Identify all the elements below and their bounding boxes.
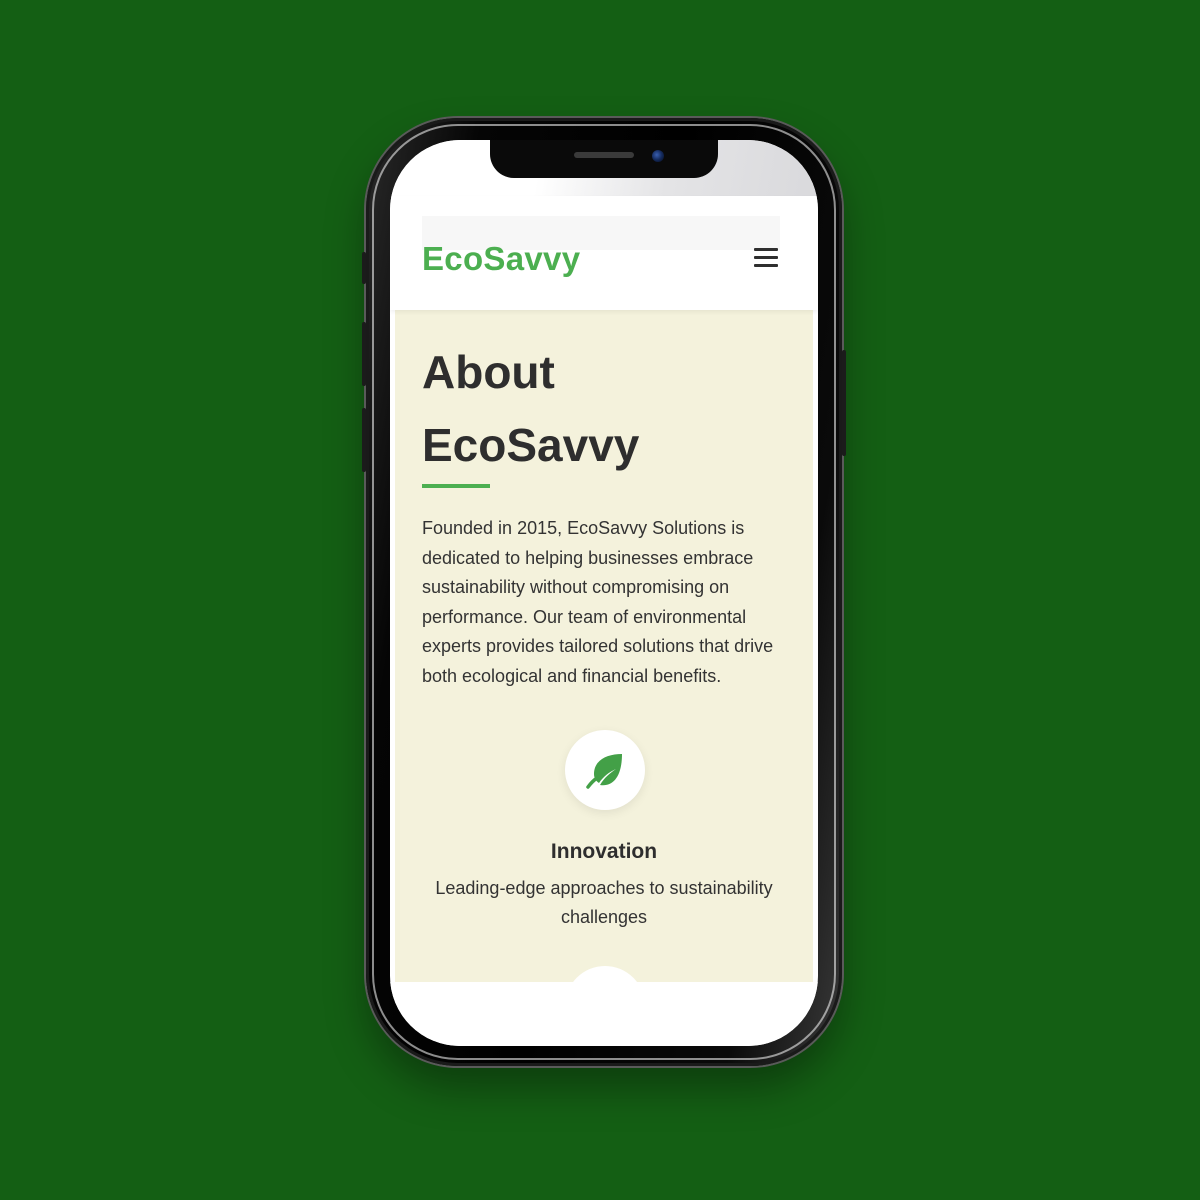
site-header: EcoSavvy <box>390 196 818 310</box>
speaker-grille <box>574 152 634 158</box>
volume-up-button <box>362 322 366 386</box>
about-paragraph: Founded in 2015, EcoSavvy Solutions is d… <box>422 518 774 686</box>
feature-description: Leading-edge approaches to sustainabilit… <box>435 878 773 927</box>
hamburger-menu-icon[interactable] <box>752 246 780 270</box>
title-underline <box>422 484 490 488</box>
background-stage: EcoSavvy About EcoSavvy Founded in 2015,… <box>0 0 1200 1200</box>
phone-mockup: EcoSavvy About EcoSavvy Founded in 2015,… <box>362 118 846 1066</box>
site-logo[interactable]: EcoSavvy <box>422 240 580 278</box>
phone-notch <box>490 140 718 178</box>
about-title: About EcoSavvy <box>422 346 640 471</box>
leaf-icon-graphic <box>586 754 622 789</box>
menu-bar <box>754 256 778 259</box>
screen-bottom-area <box>390 982 818 1046</box>
power-button <box>842 350 846 456</box>
silent-switch <box>362 252 366 284</box>
about-section: About EcoSavvy Founded in 2015, EcoSavvy… <box>395 308 813 1046</box>
phone-screen: EcoSavvy About EcoSavvy Founded in 2015,… <box>390 140 818 1046</box>
camera-icon <box>652 150 664 162</box>
menu-bar <box>754 264 778 267</box>
menu-bar <box>754 248 778 251</box>
leaf-icon <box>565 730 645 810</box>
feature-title: Innovation <box>550 840 658 863</box>
volume-down-button <box>362 408 366 472</box>
